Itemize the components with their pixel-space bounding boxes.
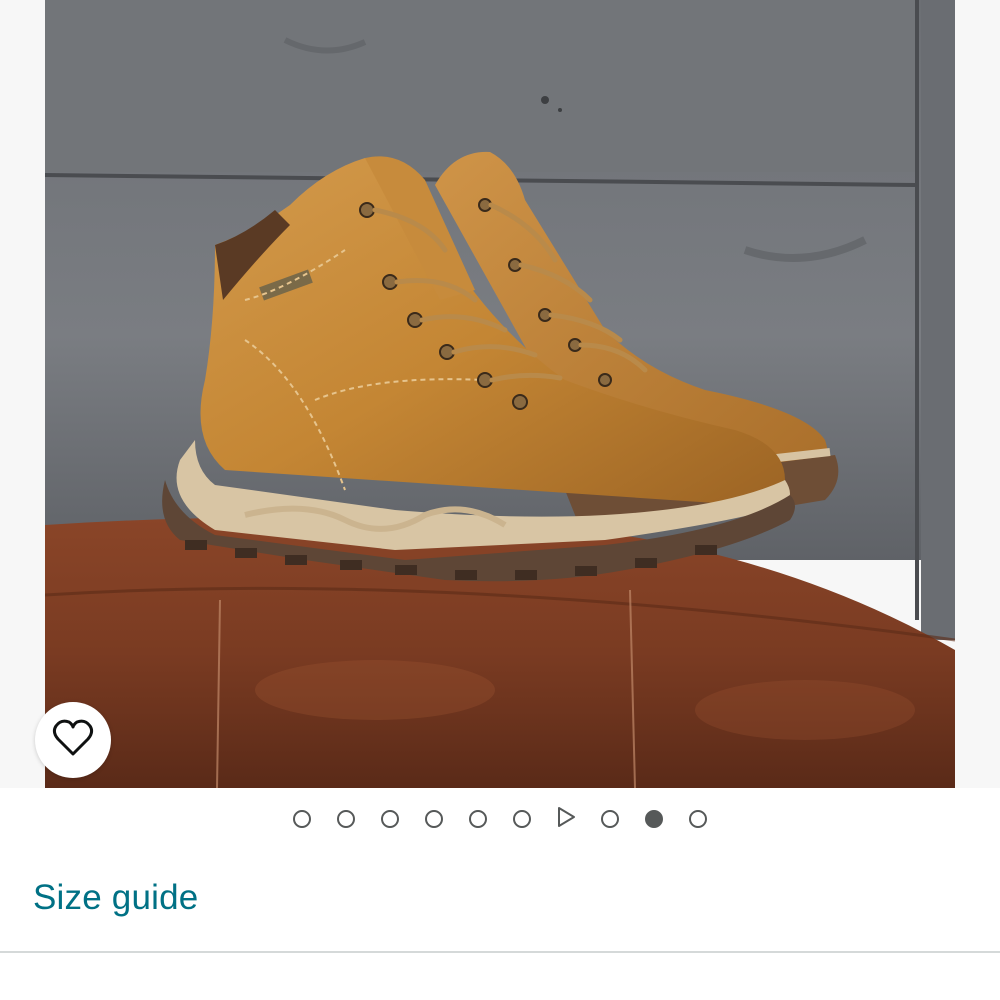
play-icon	[555, 806, 577, 832]
carousel-dot[interactable]	[676, 800, 720, 838]
carousel-dot[interactable]	[456, 800, 500, 838]
carousel-dot[interactable]	[500, 800, 544, 838]
size-guide-link[interactable]: Size guide	[33, 878, 198, 918]
carousel-dot[interactable]	[280, 800, 324, 838]
carousel-video-dot[interactable]	[544, 800, 588, 838]
carousel-dot[interactable]	[412, 800, 456, 838]
product-gallery-page: Size guide	[0, 0, 1000, 1000]
add-to-wishlist-button[interactable]	[35, 702, 111, 778]
boots-photo	[45, 0, 955, 788]
carousel-dot[interactable]	[588, 800, 632, 838]
divider	[0, 951, 1000, 953]
carousel-dot[interactable]	[324, 800, 368, 838]
image-carousel-indicator	[0, 800, 1000, 838]
carousel-dot[interactable]	[368, 800, 412, 838]
image-gallery	[0, 0, 1000, 788]
heart-outline-icon	[51, 718, 95, 762]
product-image[interactable]	[45, 0, 955, 788]
carousel-dot-active[interactable]	[632, 800, 676, 838]
